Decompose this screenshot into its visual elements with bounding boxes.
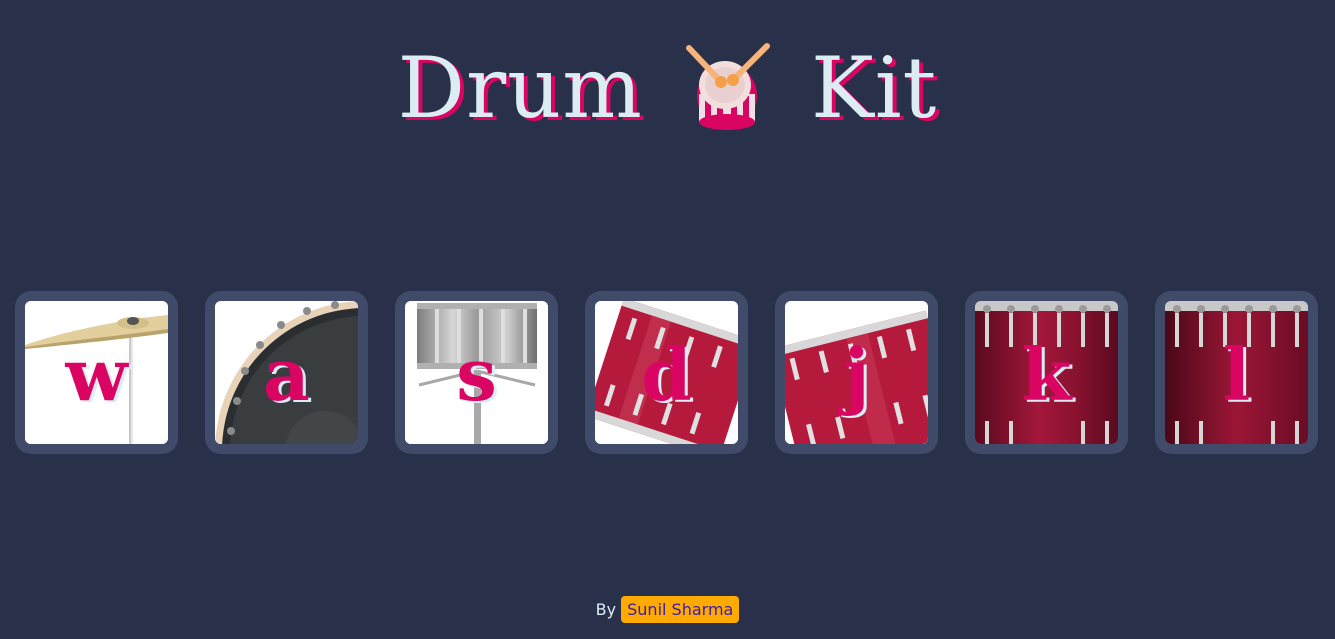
- drum-key-j[interactable]: j: [775, 291, 938, 454]
- key-letter: j: [843, 332, 870, 417]
- drum-key-j-pad[interactable]: j: [785, 301, 928, 444]
- footer-by-label: By: [595, 600, 617, 619]
- drum-key-a[interactable]: a: [205, 291, 368, 454]
- drum-key-s-pad[interactable]: s: [405, 301, 548, 444]
- drum-key-l-pad[interactable]: l: [1165, 301, 1308, 444]
- drum-key-w-pad[interactable]: w: [25, 301, 168, 444]
- drum-key-k-pad[interactable]: k: [975, 301, 1118, 444]
- key-letter: d: [641, 332, 692, 417]
- drum-key-k[interactable]: k: [965, 291, 1128, 454]
- key-letter: l: [1222, 332, 1251, 417]
- drum-key-s[interactable]: s: [395, 291, 558, 454]
- key-letter: s: [456, 332, 497, 417]
- page-title: Drum Kit: [0, 38, 1335, 138]
- author-link[interactable]: Sunil Sharma: [621, 596, 740, 623]
- footer: By Sunil Sharma: [0, 596, 1335, 623]
- key-letter: w: [65, 332, 128, 417]
- title-drum: Drum: [397, 39, 643, 137]
- drum-key-d[interactable]: d: [585, 291, 748, 454]
- drum-key-a-pad[interactable]: a: [215, 301, 358, 444]
- drum-key-l[interactable]: l: [1155, 291, 1318, 454]
- drum-keys: w a s d j k l: [15, 291, 1318, 454]
- title-kit: Kit: [810, 39, 938, 137]
- drum-icon: [685, 43, 770, 130]
- key-letter: k: [1021, 332, 1072, 417]
- drum-key-d-pad[interactable]: d: [595, 301, 738, 444]
- drum-key-w[interactable]: w: [15, 291, 178, 454]
- key-letter: a: [263, 332, 310, 417]
